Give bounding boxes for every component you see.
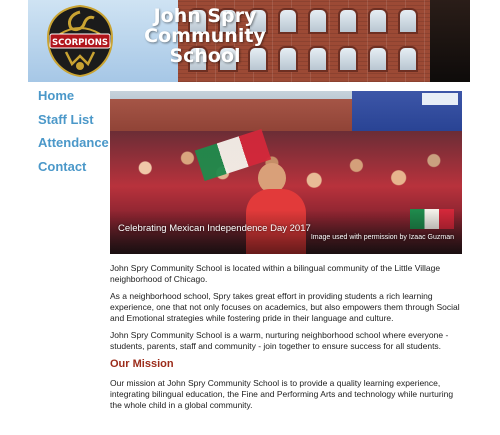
banner-dark-edge	[430, 0, 470, 82]
hero-photo-credit: Image used with permission by Izaac Guzm…	[310, 234, 454, 241]
community-paragraph: John Spry Community School is a warm, nu…	[110, 330, 449, 351]
hero-sign	[422, 93, 458, 105]
nav-link-home[interactable]: Home	[38, 87, 108, 111]
site-title-line-2: Community	[144, 25, 266, 47]
main-content: John Spry Community School is located wi…	[110, 263, 462, 417]
hero-photo: Celebrating Mexican Independence Day 201…	[110, 91, 462, 254]
site-title-line-1: John Spry	[153, 5, 257, 27]
site-title[interactable]: John Spry Community School	[120, 6, 290, 66]
neighborhood-paragraph: As a neighborhood school, Spry takes gre…	[110, 291, 460, 323]
nav-link-contact[interactable]: Contact	[38, 158, 108, 182]
mission-paragraph: Our mission at John Spry Community Schoo…	[110, 378, 454, 410]
header-banner: SCORPIONS John Spry Community School	[28, 0, 470, 82]
site-title-line-3: School	[169, 45, 241, 67]
hero-caption: Celebrating Mexican Independence Day 201…	[118, 223, 311, 234]
scorpions-logo[interactable]: SCORPIONS	[42, 4, 118, 78]
nav-link-attendance[interactable]: Attendance	[38, 134, 109, 158]
nav-link-staff-list[interactable]: Staff List	[38, 111, 108, 135]
mission-heading: Our Mission	[110, 358, 174, 370]
svg-text:SCORPIONS: SCORPIONS	[52, 38, 108, 48]
sidebar-nav: Home Staff List Attendance Contact	[38, 87, 109, 182]
intro-paragraph: John Spry Community School is located wi…	[110, 263, 441, 284]
